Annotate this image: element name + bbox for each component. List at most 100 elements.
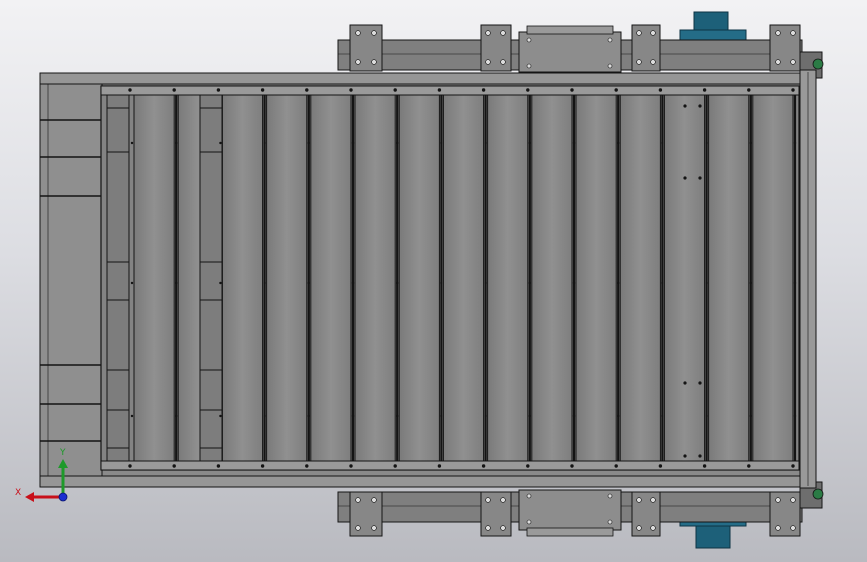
- rail-bolt: [128, 464, 132, 468]
- belt-slat: [752, 94, 794, 462]
- slat-bolt: [219, 414, 222, 418]
- rail-bolt: [526, 464, 530, 468]
- slat-bolt: [351, 281, 355, 285]
- belt-slat: [487, 94, 529, 462]
- slat-bolt: [749, 141, 752, 145]
- rail-bolt: [791, 464, 795, 468]
- belt-slat: [663, 94, 706, 462]
- rail-bolt: [305, 464, 309, 468]
- rail-bolt: [570, 88, 574, 92]
- cad-viewport[interactable]: X Y: [0, 0, 867, 562]
- slat-bolt: [440, 141, 443, 145]
- belt-slat: [531, 94, 573, 462]
- slat-bolt: [705, 281, 708, 285]
- rail-bolt: [172, 464, 176, 468]
- slat-bolt: [175, 281, 178, 285]
- belt-slat: [619, 94, 661, 462]
- slat-bolt: [263, 281, 266, 285]
- slat-bolt: [351, 414, 355, 418]
- slat-bolt: [307, 141, 310, 145]
- belt-bottom-strip: [100, 460, 800, 471]
- rail-bolt: [791, 88, 795, 92]
- rail-bolt: [349, 88, 353, 92]
- rail-bolt: [305, 88, 309, 92]
- slat-bolt: [219, 281, 222, 285]
- left-end-panel: [39, 83, 103, 477]
- rail-bolt: [216, 88, 221, 92]
- slat-bolt: [528, 281, 531, 285]
- slat-bolt: [440, 414, 443, 418]
- belt-slat: [575, 94, 617, 462]
- slat-bolt: [175, 141, 178, 145]
- slat-bolt: [484, 414, 487, 418]
- rail-bolt: [437, 464, 442, 468]
- slat-bolt: [219, 141, 222, 145]
- rail-bolt: [658, 88, 663, 92]
- rail-bolt: [260, 464, 265, 468]
- slat-bolt: [396, 141, 399, 145]
- slat-bolt: [661, 414, 664, 418]
- ladder-section-mid: [199, 94, 223, 462]
- slat-bolt: [705, 141, 708, 145]
- belt-slats: [133, 94, 797, 462]
- frame-bottom-rail: [39, 475, 803, 488]
- slat-bolt: [130, 414, 134, 418]
- rail-bolt: [526, 88, 530, 92]
- slat-bolt: [263, 141, 266, 145]
- triad-x-label: X: [15, 488, 21, 498]
- rail-bolt: [216, 464, 221, 468]
- slat-bolt: [572, 141, 576, 145]
- top-gearbox: [518, 31, 622, 73]
- slat-bolt: [617, 281, 620, 285]
- slat-bolt: [528, 414, 531, 418]
- slat-bolt: [130, 281, 134, 285]
- rail-bolt: [128, 88, 132, 92]
- triad-z-origin: [58, 492, 68, 502]
- slat-bolt: [396, 414, 399, 418]
- slat-bolt: [661, 281, 664, 285]
- slat-bolt: [307, 281, 310, 285]
- rail-bolt: [393, 88, 397, 92]
- slat-bolt: [528, 141, 531, 145]
- rail-bolt: [349, 464, 353, 468]
- belt-slat: [708, 94, 750, 462]
- rail-bolt: [614, 88, 618, 92]
- frame-top-rail: [39, 72, 803, 85]
- slat-bolt: [351, 141, 355, 145]
- belt-slat: [266, 94, 308, 462]
- slat-bolt: [175, 414, 178, 418]
- slat-bolt: [440, 281, 443, 285]
- belt-slat: [442, 94, 485, 462]
- belt-slat: [398, 94, 440, 462]
- slat-bolt: [749, 281, 752, 285]
- rail-bolt: [747, 464, 751, 468]
- top-drive-assembly: [337, 11, 824, 79]
- rail-bolt: [658, 464, 663, 468]
- rail-bolt: [172, 88, 176, 92]
- bottom-gearbox: [518, 489, 622, 531]
- slat-bolt: [484, 281, 487, 285]
- slat-bolt: [749, 414, 752, 418]
- rail-bolt: [702, 464, 707, 468]
- rail-bolt: [614, 464, 618, 468]
- belt-slat: [354, 94, 396, 462]
- rail-bolt: [481, 88, 486, 92]
- triad-y-label: Y: [59, 448, 66, 458]
- slat-bolt: [572, 414, 576, 418]
- belt-top-strip: [100, 85, 800, 96]
- slat-bolt: [793, 414, 797, 418]
- slat-bolt: [617, 141, 620, 145]
- rail-bolt: [570, 464, 574, 468]
- rail-bolt: [481, 464, 486, 468]
- rail-bolt: [702, 88, 707, 92]
- slat-bolt: [307, 414, 310, 418]
- rail-bolt: [437, 88, 442, 92]
- triad-x-arrowhead: [25, 492, 34, 502]
- belt-slat: [221, 94, 264, 462]
- belt-slat: [133, 94, 175, 462]
- rail-bolt: [393, 464, 397, 468]
- slat-bolt: [793, 141, 797, 145]
- rail-bolt: [747, 88, 751, 92]
- bottom-drive-assembly: [337, 481, 824, 549]
- slat-bolt: [484, 141, 487, 145]
